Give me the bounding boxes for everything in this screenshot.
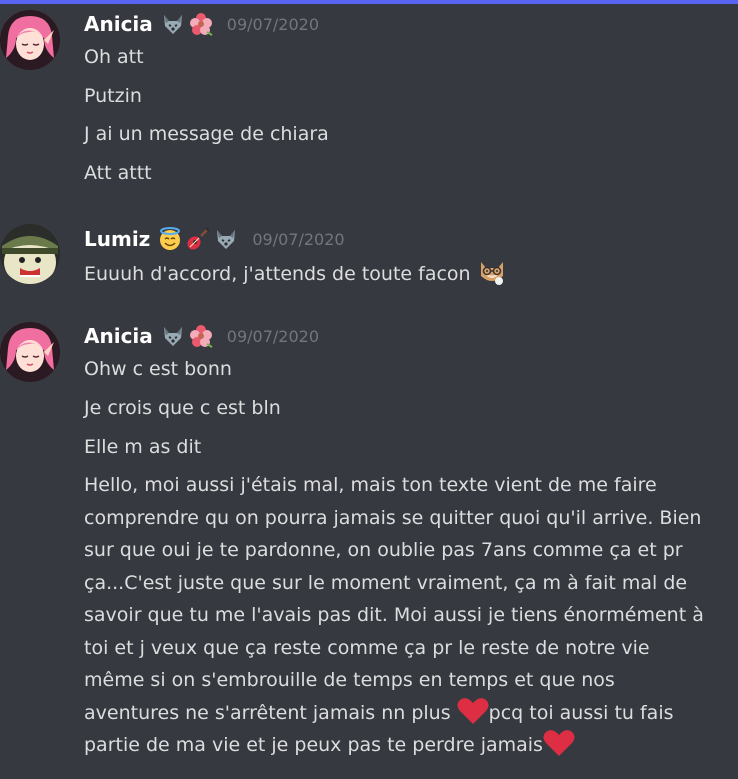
message-header: Anicia 09/07/2020 [84,9,319,39]
hibiscus-emoji-icon [189,12,213,36]
message-text: Putzin [84,85,142,107]
message-text: Elle m as dit [84,436,202,458]
message-text: Att attt [84,162,152,184]
avatar-lumiz[interactable] [0,224,60,284]
username-badges [161,12,217,36]
wolf-emoji-icon [161,324,185,348]
timestamp: 09/07/2020 [252,229,345,249]
message-text-content: Euuuh d'accord, j'attends de toute facon [84,263,471,285]
halo-smile-emoji-icon [158,227,182,251]
wolf-emoji-icon [214,227,238,251]
username[interactable]: Anicia [84,324,153,348]
long-message-text: Hello, moi aussi j'étais mal, mais ton t… [84,474,704,724]
timestamp: 09/07/2020 [226,326,319,346]
hibiscus-emoji-icon [189,324,213,348]
username-badges [158,227,242,251]
message-header: Anicia 09/07/2020 [84,321,319,351]
avatar-anicia[interactable] [0,10,60,70]
message-text: J ai un message de chiara [84,123,329,145]
top-accent-bar [0,0,738,4]
username[interactable]: Anicia [84,12,153,36]
cat-glasses-emoji-icon [477,256,507,286]
wolf-emoji-icon [161,12,185,36]
avatar-anicia[interactable] [0,322,60,382]
long-message: Hello, moi aussi j'étais mal, mais ton t… [84,469,714,762]
username-badges [161,324,217,348]
red-heart-emoji-icon [543,729,575,757]
guitar-emoji-icon [186,227,211,251]
username[interactable]: Lumiz [84,227,150,251]
message-header: Lumiz 09/07/2020 [84,224,345,254]
red-heart-emoji-icon [457,697,489,725]
message-text: Oh att [84,46,144,68]
message-text: Euuuh d'accord, j'attends de toute facon [84,256,724,291]
message-text: Ohw c est bonn [84,358,232,380]
message-text: Je crois que c est bln [84,397,281,419]
timestamp: 09/07/2020 [226,14,319,34]
